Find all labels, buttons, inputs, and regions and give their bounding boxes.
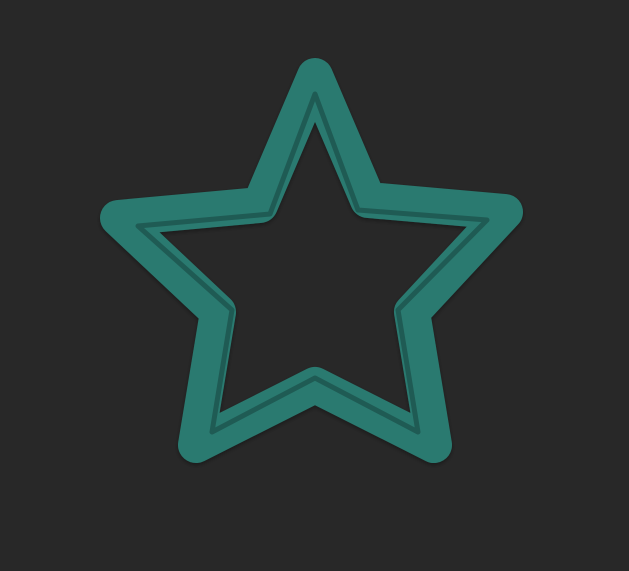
canvas bbox=[0, 0, 629, 571]
star-outline-icon bbox=[100, 58, 523, 463]
